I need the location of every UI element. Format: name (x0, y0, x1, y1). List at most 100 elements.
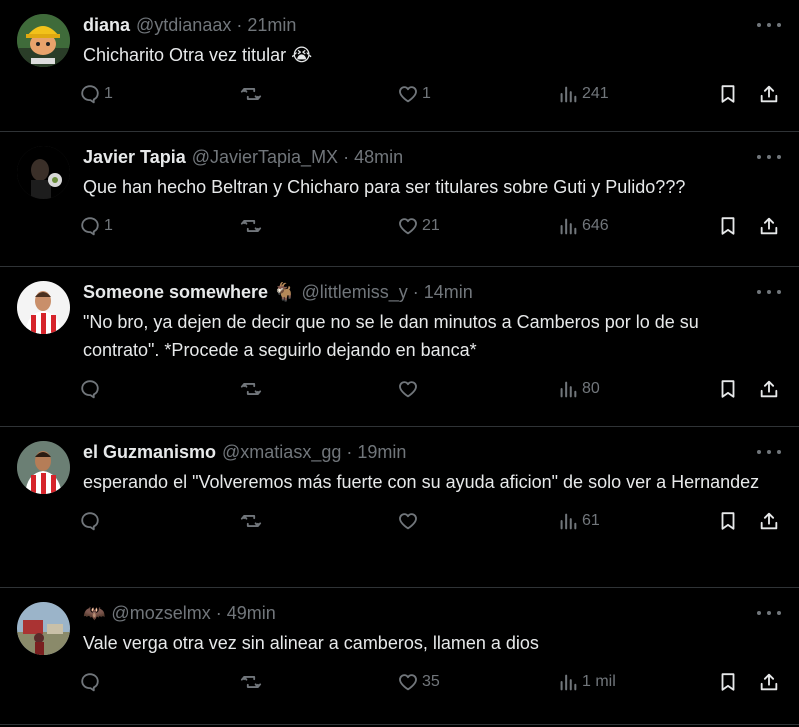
reply-button[interactable] (79, 510, 104, 532)
tweet-text: "No bro, ya dejen de decir que no se le … (83, 312, 699, 360)
bookmark-icon (721, 673, 735, 691)
heart-icon (399, 381, 417, 398)
player-striped-jersey-avatar-icon (17, 281, 70, 334)
analytics-icon (560, 86, 577, 103)
timeline-feed: diana @ytdianaax · 21min Chicharito Otra… (0, 0, 799, 725)
action-bar: 61 (79, 496, 778, 556)
like-count: 21 (422, 217, 440, 234)
retweet-button[interactable] (240, 83, 265, 105)
separator-dot: · (343, 147, 350, 167)
retweet-icon (240, 383, 262, 395)
analytics-icon (560, 674, 577, 691)
view-count: 61 (582, 512, 600, 529)
avatar[interactable] (17, 281, 70, 334)
share-button[interactable] (758, 510, 780, 532)
share-button[interactable] (758, 215, 780, 237)
share-button[interactable] (758, 378, 780, 400)
bookmark-icon (721, 85, 735, 103)
tweet-text: Chicharito Otra vez titular 😭 (83, 45, 313, 65)
like-button[interactable] (397, 510, 422, 532)
bookmark-button[interactable] (717, 671, 739, 693)
more-options-icon[interactable] (757, 150, 781, 164)
share-button[interactable] (758, 83, 780, 105)
reply-icon (81, 512, 99, 531)
timestamp[interactable]: 14min (424, 281, 473, 303)
retweet-button[interactable] (240, 215, 265, 237)
tweet-text: Vale verga otra vez sin alinear a camber… (83, 633, 539, 653)
bookmark-button[interactable] (717, 378, 739, 400)
timestamp[interactable]: 21min (247, 14, 296, 36)
view-count: 80 (582, 380, 600, 397)
goat-emoji: 🐐 (273, 282, 296, 302)
retweet-button[interactable] (240, 671, 265, 693)
tweet[interactable]: Someone somewhere 🐐 @littlemiss_y · 14mi… (0, 267, 799, 427)
heart-icon (399, 218, 417, 235)
author-handle[interactable]: @JavierTapia_MX (192, 146, 338, 168)
like-button[interactable]: 35 (397, 671, 440, 693)
timestamp[interactable]: 19min (357, 441, 406, 463)
like-button[interactable]: 1 (397, 83, 431, 105)
more-options-icon[interactable] (757, 606, 781, 620)
author-name[interactable]: Someone somewhere (83, 281, 268, 303)
analytics-icon (560, 513, 577, 530)
tweet[interactable]: 🦇 @mozselmx · 49min Vale verga otra vez … (0, 588, 799, 725)
avatar[interactable] (17, 146, 70, 199)
author-name[interactable]: Javier Tapia (83, 146, 186, 168)
bookmark-button[interactable] (717, 83, 739, 105)
avatar[interactable] (17, 14, 70, 67)
avatar[interactable] (17, 602, 70, 655)
share-icon (760, 85, 778, 103)
action-bar: 1 1 241 (79, 69, 778, 129)
share-icon (760, 673, 778, 691)
like-count: 1 (422, 85, 431, 102)
view-count: 646 (582, 217, 609, 234)
bookmark-button[interactable] (717, 215, 739, 237)
views-button[interactable]: 646 (557, 215, 609, 237)
bookmark-button[interactable] (717, 510, 739, 532)
share-icon (760, 380, 778, 398)
views-button[interactable]: 1 mil (557, 671, 616, 693)
reply-icon (81, 85, 99, 104)
retweet-icon (240, 515, 262, 527)
share-button[interactable] (758, 671, 780, 693)
analytics-icon (560, 381, 577, 398)
like-button[interactable]: 21 (397, 215, 440, 237)
author-handle[interactable]: @mozselmx (111, 602, 210, 624)
reply-count: 1 (104, 217, 113, 234)
timestamp[interactable]: 48min (354, 146, 403, 168)
tweet[interactable]: Javier Tapia @JavierTapia_MX · 48min Que… (0, 132, 799, 267)
reply-button[interactable] (79, 378, 104, 400)
retweet-icon (240, 88, 262, 100)
retweet-icon (240, 676, 262, 688)
avatar[interactable] (17, 441, 70, 494)
author-handle[interactable]: @xmatiasx_gg (222, 441, 341, 463)
timestamp[interactable]: 49min (227, 602, 276, 624)
more-options-icon[interactable] (757, 445, 781, 459)
like-button[interactable] (397, 378, 422, 400)
more-options-icon[interactable] (757, 18, 781, 32)
bookmark-icon (721, 512, 735, 530)
bookmark-icon (721, 380, 735, 398)
dark-portrait-avatar-icon (17, 146, 70, 199)
reply-button[interactable]: 1 (79, 215, 113, 237)
author-name[interactable]: el Guzmanismo (83, 441, 216, 463)
reply-button[interactable] (79, 671, 104, 693)
views-button[interactable]: 80 (557, 378, 600, 400)
tweet[interactable]: diana @ytdianaax · 21min Chicharito Otra… (0, 0, 799, 132)
share-icon (760, 217, 778, 235)
retweet-button[interactable] (240, 510, 265, 532)
reply-button[interactable]: 1 (79, 83, 113, 105)
views-button[interactable]: 61 (557, 510, 600, 532)
author-name[interactable]: diana (83, 14, 130, 36)
share-icon (760, 512, 778, 530)
action-bar: 35 1 mil (79, 657, 778, 717)
retweet-button[interactable] (240, 378, 265, 400)
more-options-icon[interactable] (757, 285, 781, 299)
views-button[interactable]: 241 (557, 83, 609, 105)
retweet-icon (240, 220, 262, 232)
author-handle[interactable]: @littlemiss_y (301, 281, 407, 303)
tweet-text: esperando el "Volveremos más fuerte con … (83, 472, 760, 492)
action-bar: 1 21 646 (79, 201, 778, 261)
author-handle[interactable]: @ytdianaax (136, 14, 231, 36)
tweet[interactable]: el Guzmanismo @xmatiasx_gg · 19min esper… (0, 427, 799, 588)
